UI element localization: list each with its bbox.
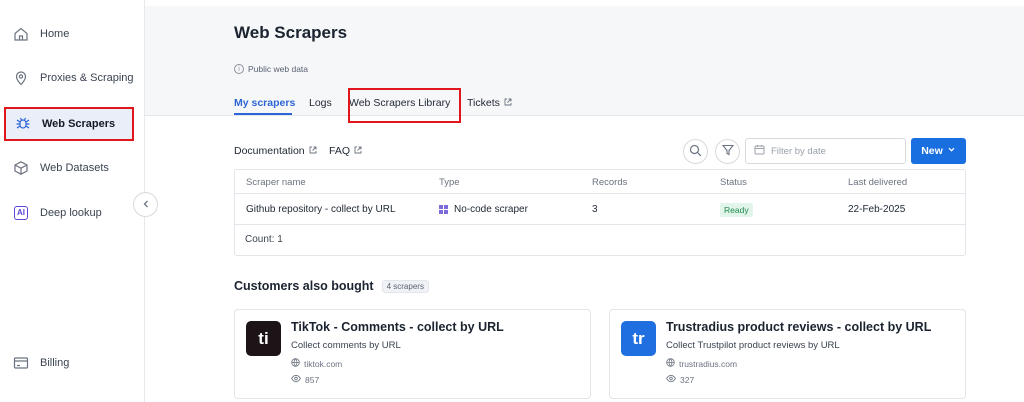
sidebar-item-label: Web Scrapers — [42, 118, 116, 130]
ai-badge-icon: AI — [12, 204, 30, 222]
documentation-link[interactable]: Documentation — [234, 145, 317, 157]
sidebar-item-web-scrapers[interactable]: Web Scrapers — [4, 107, 134, 141]
column-header[interactable]: Records — [592, 177, 627, 188]
chevron-down-icon — [947, 145, 956, 157]
eye-icon — [666, 374, 676, 385]
tiktok-logo: ti — [246, 321, 281, 356]
new-button-label: New — [921, 145, 943, 157]
card-title[interactable]: TikTok - Comments - collect by URL — [291, 320, 504, 334]
main-content: Web Scrapers i Public web data My scrape… — [145, 0, 1024, 402]
external-link-icon — [354, 146, 362, 156]
count-badge: 4 scrapers — [381, 279, 429, 293]
new-button[interactable]: New — [911, 138, 966, 164]
documentation-label: Documentation — [234, 145, 305, 157]
sidebar-item-proxies[interactable]: Proxies & Scraping — [4, 61, 134, 95]
sidebar-item-web-datasets[interactable]: Web Datasets — [4, 151, 134, 185]
scraper-type: No-code scraper — [439, 204, 528, 215]
chevron-left-icon — [141, 198, 151, 212]
search-button[interactable] — [683, 139, 708, 164]
column-header[interactable]: Scraper name — [246, 177, 306, 188]
views-count: 857 — [305, 374, 320, 385]
collapse-sidebar-button[interactable] — [133, 192, 158, 217]
filter-icon — [721, 144, 734, 159]
grid-icon — [439, 205, 448, 214]
scrapers-table: Scraper name Type Records Status Last de… — [234, 169, 966, 256]
info-icon: i — [234, 64, 244, 74]
section-title-text: Customers also bought — [234, 279, 374, 293]
tab-label: My scrapers — [234, 97, 296, 109]
tab-tickets[interactable]: Tickets — [467, 97, 512, 109]
domain-text: trustradius.com — [679, 358, 738, 369]
sidebar: Home Proxies & Scraping Web Scrapers Web… — [0, 0, 145, 402]
column-header[interactable]: Status — [720, 177, 747, 188]
status-cell: Ready — [720, 203, 753, 217]
tab-logs[interactable]: Logs — [309, 97, 332, 109]
table-count: Count: 1 — [245, 234, 283, 245]
card-views: 857 — [291, 374, 319, 385]
column-header[interactable]: Last delivered — [848, 177, 907, 188]
date-filter-input[interactable] — [771, 145, 891, 157]
views-count: 327 — [680, 374, 695, 385]
date-filter[interactable] — [745, 138, 906, 164]
recommendation-card-trustradius[interactable]: tr Trustradius product reviews - collect… — [609, 309, 966, 399]
sidebar-item-label: Proxies & Scraping — [40, 72, 134, 84]
external-link-icon — [309, 146, 317, 156]
eye-icon — [291, 374, 301, 385]
last-delivered: 22-Feb-2025 — [848, 204, 906, 215]
active-tab-indicator — [234, 113, 292, 115]
globe-icon — [291, 358, 300, 369]
calendar-icon — [754, 144, 765, 158]
sidebar-item-billing[interactable]: Billing — [4, 346, 134, 380]
sidebar-item-label: Deep lookup — [40, 207, 102, 219]
billing-icon — [12, 354, 30, 372]
trustradius-logo: tr — [621, 321, 656, 356]
recommendation-card-tiktok[interactable]: ti TikTok - Comments - collect by URL Co… — [234, 309, 591, 399]
card-domain: trustradius.com — [666, 358, 737, 369]
external-link-icon — [504, 98, 512, 108]
location-pin-icon — [12, 69, 30, 87]
card-description: Collect comments by URL — [291, 340, 401, 351]
subtitle-text: Public web data — [248, 64, 309, 74]
tab-my-scrapers[interactable]: My scrapers — [234, 97, 295, 109]
status-badge: Ready — [720, 203, 753, 217]
globe-icon — [666, 358, 675, 369]
faq-link[interactable]: FAQ — [329, 145, 362, 157]
scraper-type-label: No-code scraper — [454, 204, 528, 215]
highlight-annotation — [348, 88, 461, 123]
card-views: 327 — [666, 374, 694, 385]
page-title: Web Scrapers — [234, 23, 348, 42]
cube-icon — [12, 159, 30, 177]
domain-text: tiktok.com — [304, 358, 343, 369]
card-title[interactable]: Trustradius product reviews - collect by… — [666, 320, 931, 334]
sidebar-item-label: Home — [40, 28, 70, 40]
tab-label: Tickets — [467, 97, 500, 109]
sidebar-item-label: Billing — [40, 357, 70, 369]
filter-button[interactable] — [715, 139, 740, 164]
search-icon — [689, 144, 702, 160]
page-subtitle: i Public web data — [234, 64, 308, 74]
card-domain: tiktok.com — [291, 358, 342, 369]
card-description: Collect Trustpilot product reviews by UR… — [666, 340, 840, 351]
table-row[interactable]: Github repository - collect by URL No-co… — [235, 194, 965, 225]
sidebar-item-deep-lookup[interactable]: AI Deep lookup — [4, 196, 134, 230]
faq-label: FAQ — [329, 145, 351, 157]
spider-icon — [14, 115, 32, 133]
tab-label: Logs — [309, 97, 332, 109]
home-icon — [12, 25, 30, 43]
table-header: Scraper name Type Records Status Last de… — [235, 170, 965, 194]
section-title: Customers also bought 4 scrapers — [234, 279, 429, 293]
column-header[interactable]: Type — [439, 177, 460, 188]
scraper-records: 3 — [592, 204, 598, 215]
sidebar-item-label: Web Datasets — [40, 162, 109, 174]
scraper-name[interactable]: Github repository - collect by URL — [246, 204, 396, 215]
sidebar-item-home[interactable]: Home — [4, 17, 134, 51]
